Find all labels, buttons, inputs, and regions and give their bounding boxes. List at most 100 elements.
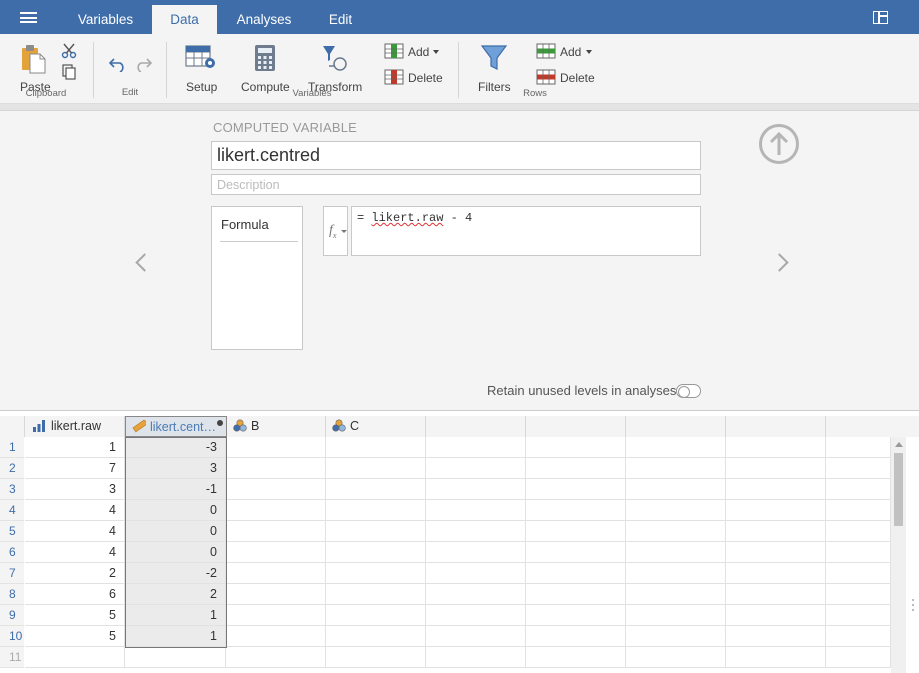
table-cell[interactable] [526, 500, 626, 521]
collapse-panel-button[interactable] [759, 124, 799, 164]
table-cell[interactable] [826, 605, 891, 626]
table-cell[interactable]: 0 [125, 500, 226, 521]
table-cell[interactable] [326, 458, 426, 479]
table-cell[interactable]: -3 [125, 437, 226, 458]
table-cell[interactable]: 6 [25, 584, 125, 605]
table-cell[interactable] [226, 479, 326, 500]
column-header-empty[interactable] [426, 416, 526, 437]
table-cell[interactable] [426, 500, 526, 521]
next-variable-chevron-icon[interactable] [770, 253, 789, 272]
table-cell[interactable] [426, 647, 526, 668]
table-cell[interactable] [426, 605, 526, 626]
table-cell[interactable] [526, 563, 626, 584]
row-number[interactable]: 4 [0, 500, 24, 521]
column-header-empty[interactable] [626, 416, 726, 437]
table-cell[interactable] [426, 626, 526, 647]
formula-input[interactable]: = likert.raw - 4 [351, 206, 701, 256]
table-cell[interactable] [326, 647, 426, 668]
table-cell[interactable] [226, 647, 326, 668]
function-picker-button[interactable]: fx [323, 206, 348, 256]
row-number[interactable]: 1 [0, 437, 24, 458]
table-cell[interactable] [726, 542, 826, 563]
formula-tab[interactable]: Formula [221, 217, 269, 232]
table-cell[interactable] [826, 500, 891, 521]
table-cell[interactable] [626, 437, 726, 458]
table-cell[interactable] [426, 458, 526, 479]
table-cell[interactable] [626, 605, 726, 626]
add-variable-button[interactable]: Add [383, 42, 443, 62]
scrollbar-thumb[interactable] [894, 453, 903, 526]
table-cell[interactable]: 1 [125, 626, 226, 647]
table-cell[interactable] [125, 647, 226, 668]
row-number[interactable]: 6 [0, 542, 24, 563]
table-cell[interactable] [826, 563, 891, 584]
table-cell[interactable] [326, 542, 426, 563]
table-cell[interactable] [226, 605, 326, 626]
table-cell[interactable] [726, 521, 826, 542]
table-cell[interactable] [826, 626, 891, 647]
variable-name-input[interactable] [211, 141, 701, 170]
table-cell[interactable] [426, 521, 526, 542]
table-cell[interactable]: 2 [125, 584, 226, 605]
copy-icon[interactable] [61, 64, 77, 80]
table-cell[interactable] [426, 542, 526, 563]
table-cell[interactable] [526, 479, 626, 500]
resize-grip-icon[interactable] [912, 599, 915, 619]
row-number[interactable]: 10 [0, 626, 24, 647]
delete-row-button[interactable]: Delete [535, 68, 595, 88]
table-cell[interactable] [826, 479, 891, 500]
table-cell[interactable] [726, 647, 826, 668]
delete-variable-button[interactable]: Delete [383, 68, 443, 88]
table-cell[interactable] [326, 605, 426, 626]
table-cell[interactable]: 4 [25, 521, 125, 542]
table-cell[interactable] [726, 605, 826, 626]
column-header-empty[interactable] [826, 416, 892, 437]
table-cell[interactable] [726, 584, 826, 605]
description-input[interactable] [211, 174, 701, 195]
table-cell[interactable] [226, 437, 326, 458]
row-number[interactable]: 2 [0, 458, 24, 479]
cut-icon[interactable] [61, 43, 77, 59]
table-cell[interactable] [526, 437, 626, 458]
table-cell[interactable] [726, 458, 826, 479]
table-cell[interactable]: 1 [25, 437, 125, 458]
table-cell[interactable] [726, 626, 826, 647]
table-cell[interactable] [826, 521, 891, 542]
table-cell[interactable]: 2 [25, 563, 125, 584]
table-cell[interactable] [226, 542, 326, 563]
hamburger-menu-icon[interactable] [20, 12, 37, 23]
table-cell[interactable]: 4 [25, 542, 125, 563]
layout-toggle-icon[interactable] [873, 11, 888, 24]
table-cell[interactable] [826, 458, 891, 479]
undo-icon[interactable] [109, 56, 127, 72]
table-cell[interactable] [25, 647, 125, 668]
table-cell[interactable] [626, 458, 726, 479]
table-cell[interactable] [326, 479, 426, 500]
table-cell[interactable] [826, 542, 891, 563]
setup-button[interactable]: Setup [183, 42, 219, 94]
table-cell[interactable] [526, 584, 626, 605]
table-cell[interactable] [526, 521, 626, 542]
table-cell[interactable]: 3 [125, 458, 226, 479]
table-cell[interactable] [226, 563, 326, 584]
table-cell[interactable] [826, 584, 891, 605]
table-cell[interactable] [326, 521, 426, 542]
column-header-likert-raw[interactable]: likert.raw [25, 416, 125, 437]
row-number[interactable]: 3 [0, 479, 24, 500]
tab-variables[interactable]: Variables [63, 0, 148, 34]
table-cell[interactable] [426, 479, 526, 500]
table-cell[interactable] [326, 584, 426, 605]
table-cell[interactable] [526, 626, 626, 647]
table-cell[interactable] [426, 563, 526, 584]
table-cell[interactable] [226, 626, 326, 647]
table-cell[interactable] [226, 584, 326, 605]
column-header-c[interactable]: C [326, 416, 426, 437]
table-cell[interactable] [326, 437, 426, 458]
retain-unused-levels-toggle[interactable] [676, 384, 701, 398]
table-cell[interactable] [626, 500, 726, 521]
filters-button[interactable]: Filters [475, 42, 513, 94]
table-cell[interactable] [626, 563, 726, 584]
paste-button[interactable]: Paste [17, 42, 53, 94]
table-cell[interactable]: 7 [25, 458, 125, 479]
table-cell[interactable]: -1 [125, 479, 226, 500]
